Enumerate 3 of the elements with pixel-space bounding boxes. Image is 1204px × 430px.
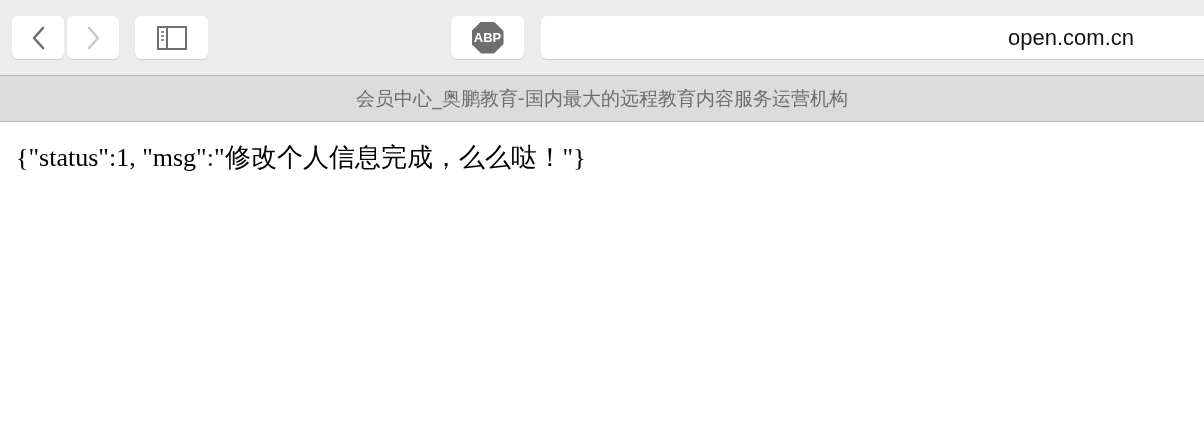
response-text: {"status":1, "msg":"修改个人信息完成，么么哒！"} (16, 142, 587, 174)
adblock-button[interactable]: ABP (451, 16, 524, 59)
address-field[interactable]: open.com.cn (541, 16, 1204, 59)
